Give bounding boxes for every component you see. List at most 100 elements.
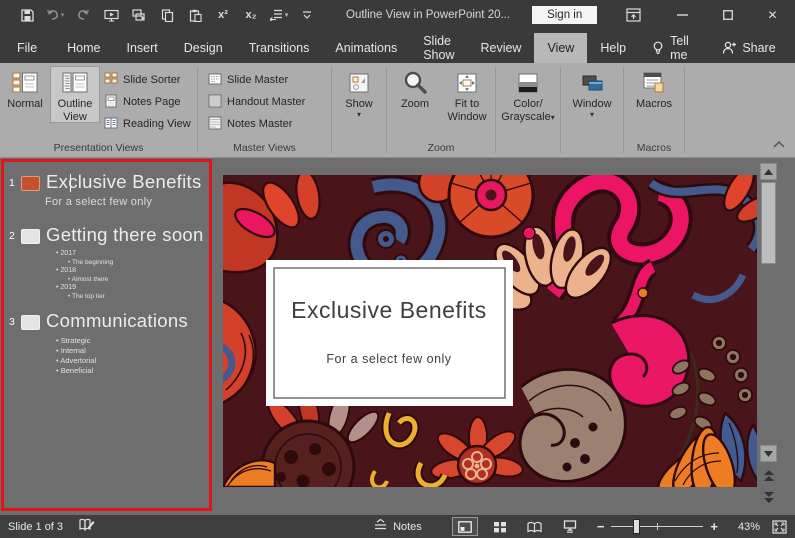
tab-design[interactable]: Design	[171, 33, 236, 63]
reading-view-button[interactable]: Reading View	[100, 113, 195, 135]
outline-bullet[interactable]: The top tier	[68, 293, 209, 302]
tab-view[interactable]: View	[534, 33, 588, 63]
group-window: Window ▾	[561, 63, 623, 157]
slide-icon-selected[interactable]	[21, 176, 40, 191]
collapse-ribbon-icon[interactable]	[773, 135, 785, 153]
outline-bullet[interactable]: The beginning	[68, 259, 209, 268]
tab-file[interactable]: File	[0, 33, 54, 63]
maximize-button[interactable]	[705, 0, 750, 30]
superscript-icon[interactable]: x²	[210, 4, 236, 26]
close-button[interactable]: ✕	[750, 0, 795, 30]
fit-to-window-button[interactable]: Fit to Window	[442, 66, 492, 123]
redo-icon[interactable]	[70, 4, 96, 26]
tab-help[interactable]: Help	[587, 33, 639, 63]
group-zoom: Zoom Fit to Window Zoom	[387, 63, 495, 157]
next-slide-icon[interactable]	[760, 489, 777, 506]
slide-title-box[interactable]: Exclusive Benefits For a select few only	[266, 260, 513, 406]
handout-master-button[interactable]: Handout Master	[204, 91, 309, 113]
text-cursor	[70, 174, 71, 192]
outline-slide-2: 2 Getting there soon 2017 The beginning …	[9, 224, 209, 301]
slide-sorter-icon	[104, 72, 118, 89]
sign-in-button[interactable]: Sign in	[532, 6, 598, 24]
slide-icon[interactable]	[21, 229, 40, 244]
outline-view-button[interactable]: Outline View	[50, 66, 100, 123]
show-label: Show	[345, 98, 373, 110]
window-label: Window	[572, 98, 612, 110]
normal-view-shortcut-icon[interactable]	[451, 517, 478, 536]
outline-title[interactable]: Getting there soon	[46, 224, 204, 246]
notes-toggle[interactable]: Notes	[374, 518, 422, 534]
outline-bullet[interactable]: Beneficial	[56, 366, 209, 376]
scrollbar-thumb[interactable]	[761, 182, 776, 264]
indent-dropdown-icon[interactable]: ▾	[285, 11, 289, 19]
tab-tell-me[interactable]: Tell me	[639, 33, 702, 63]
outline-bullet[interactable]: 2018	[56, 267, 209, 276]
outline-bullet[interactable]: Almost there	[68, 276, 209, 285]
fit-to-window-icon	[454, 68, 480, 98]
color-grayscale-button[interactable]: Color/ Grayscale▾	[498, 66, 558, 123]
zoom-out-icon[interactable]: −	[597, 519, 605, 534]
ribbon-display-options-icon[interactable]	[611, 0, 656, 30]
slide-show-cursor-icon[interactable]	[126, 4, 152, 26]
tab-share[interactable]: Share	[709, 33, 788, 63]
slide-title-text[interactable]: Exclusive Benefits	[291, 297, 487, 323]
indent-list-icon[interactable]: ▾	[266, 4, 292, 26]
slide-canvas[interactable]: Exclusive Benefits For a select few only	[223, 175, 757, 487]
tab-review[interactable]: Review	[467, 33, 534, 63]
scroll-up-icon[interactable]	[760, 163, 777, 180]
normal-view-icon	[12, 68, 38, 98]
start-from-beginning-icon[interactable]	[98, 4, 124, 26]
notes-master-icon	[208, 116, 222, 133]
macros-button[interactable]: Macros	[629, 66, 679, 111]
tab-home[interactable]: Home	[54, 33, 113, 63]
notes-master-button[interactable]: Notes Master	[204, 113, 309, 135]
zoom-label: Zoom	[400, 98, 430, 110]
slide-scrollbar	[760, 163, 777, 509]
slide-show-shortcut-icon[interactable]	[557, 517, 583, 536]
subscript-icon[interactable]: x₂	[238, 4, 264, 26]
zoom-percentage[interactable]: 43%	[730, 521, 760, 533]
zoom-button[interactable]: Zoom	[390, 66, 440, 111]
paste-icon[interactable]	[182, 4, 208, 26]
outline-pane[interactable]: 1 Exclusive Benefits For a select few on…	[1, 159, 212, 511]
slide-icon[interactable]	[21, 315, 40, 330]
slide-sorter-shortcut-icon[interactable]	[487, 517, 513, 536]
normal-view-button[interactable]: Normal	[0, 66, 50, 111]
spell-check-icon[interactable]	[79, 518, 95, 535]
outline-bullet[interactable]: Internal	[56, 346, 209, 356]
tab-animations[interactable]: Animations	[322, 33, 410, 63]
tab-transitions[interactable]: Transitions	[236, 33, 323, 63]
reading-view-label: Reading View	[123, 118, 191, 130]
undo-icon[interactable]: ▾	[42, 4, 68, 26]
slide-artwork: Exclusive Benefits For a select few only	[223, 175, 757, 487]
zoom-slider[interactable]	[611, 519, 704, 534]
outline-bullet[interactable]: 2017	[56, 250, 209, 259]
show-button[interactable]: Show ▾	[334, 66, 384, 119]
reading-view-shortcut-icon[interactable]	[522, 517, 548, 536]
zoom-in-icon[interactable]: +	[710, 519, 718, 534]
slide-number: 3	[9, 316, 15, 328]
tab-slide-show[interactable]: Slide Show	[410, 33, 467, 63]
copy-icon[interactable]	[154, 4, 180, 26]
undo-dropdown-icon[interactable]: ▾	[61, 11, 65, 19]
fit-slide-to-window-icon[interactable]	[772, 519, 787, 534]
more-commands-icon[interactable]	[294, 4, 320, 26]
zoom-slider-thumb[interactable]	[633, 519, 641, 534]
outline-bullets: 2017 The beginning 2018 Almost there 201…	[9, 250, 209, 301]
outline-title[interactable]: Communications	[46, 310, 188, 332]
outline-bullet[interactable]: Strategic	[56, 336, 209, 346]
slide-subtitle-text[interactable]: For a select few only	[326, 352, 451, 366]
save-icon[interactable]	[14, 4, 40, 26]
slide-master-button[interactable]: Slide Master	[204, 69, 309, 91]
notes-page-button[interactable]: Notes Page	[100, 91, 195, 113]
scroll-down-icon[interactable]	[760, 445, 777, 462]
slide-sorter-button[interactable]: Slide Sorter	[100, 69, 195, 91]
tab-insert[interactable]: Insert	[114, 33, 171, 63]
outline-bullet[interactable]: Advertorial	[56, 356, 209, 366]
minimize-button[interactable]	[660, 0, 705, 30]
previous-slide-icon[interactable]	[760, 467, 777, 484]
outline-bullet[interactable]: 2019	[56, 284, 209, 293]
outline-subtitle[interactable]: For a select few only	[45, 196, 209, 208]
window-button[interactable]: Window ▾	[563, 66, 621, 119]
slide-indicator: Slide 1 of 3	[8, 520, 64, 533]
